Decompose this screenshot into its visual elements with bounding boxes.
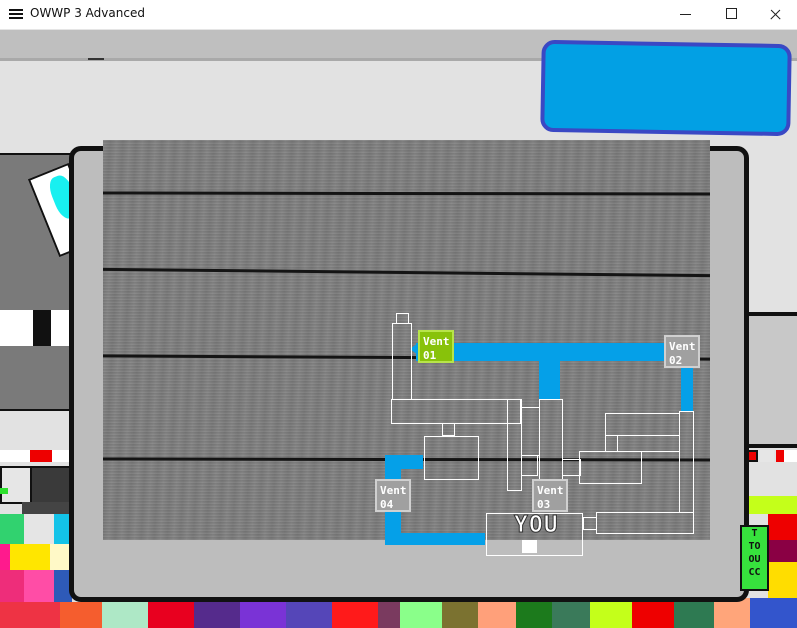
vent-04-button[interactable]: Vent 04 [375, 479, 411, 512]
side-sign: T TO OU CC [740, 525, 769, 591]
vent-number: 03 [537, 498, 551, 511]
window-title: OWWP 3 Advanced [30, 6, 145, 20]
poster-stripe-dark [33, 310, 51, 346]
close-icon[interactable] [753, 0, 797, 29]
maximize-icon[interactable] [708, 0, 754, 29]
player-location-label: YOU [514, 512, 559, 539]
vent-label: Vent [423, 335, 450, 348]
scanline [103, 457, 710, 462]
scanline [103, 267, 710, 278]
status-box [540, 39, 792, 137]
vent-label: Vent [537, 484, 564, 497]
hamburger-icon [9, 9, 23, 20]
vent-number: 01 [423, 349, 437, 362]
side-sign-line: OU [748, 554, 761, 565]
player-marker [522, 540, 537, 553]
side-sign-line: T [751, 528, 758, 539]
vent-01-button[interactable]: Vent 01 [418, 330, 454, 363]
scanline [103, 191, 710, 196]
side-sign-line: TO [748, 541, 761, 552]
side-sign-line: CC [748, 567, 761, 578]
vent-label: Vent [380, 484, 407, 497]
vent-number: 02 [669, 354, 683, 367]
minimize-icon[interactable] [663, 0, 709, 29]
vent-number: 04 [380, 498, 394, 511]
hud-divider-accent [88, 58, 104, 60]
scanline [103, 354, 710, 361]
vent-label: Vent [669, 340, 696, 353]
window-titlebar: OWWP 3 Advanced [0, 0, 797, 30]
vent-02-button[interactable]: Vent 02 [664, 335, 700, 368]
vent-03-button[interactable]: Vent 03 [532, 479, 568, 512]
